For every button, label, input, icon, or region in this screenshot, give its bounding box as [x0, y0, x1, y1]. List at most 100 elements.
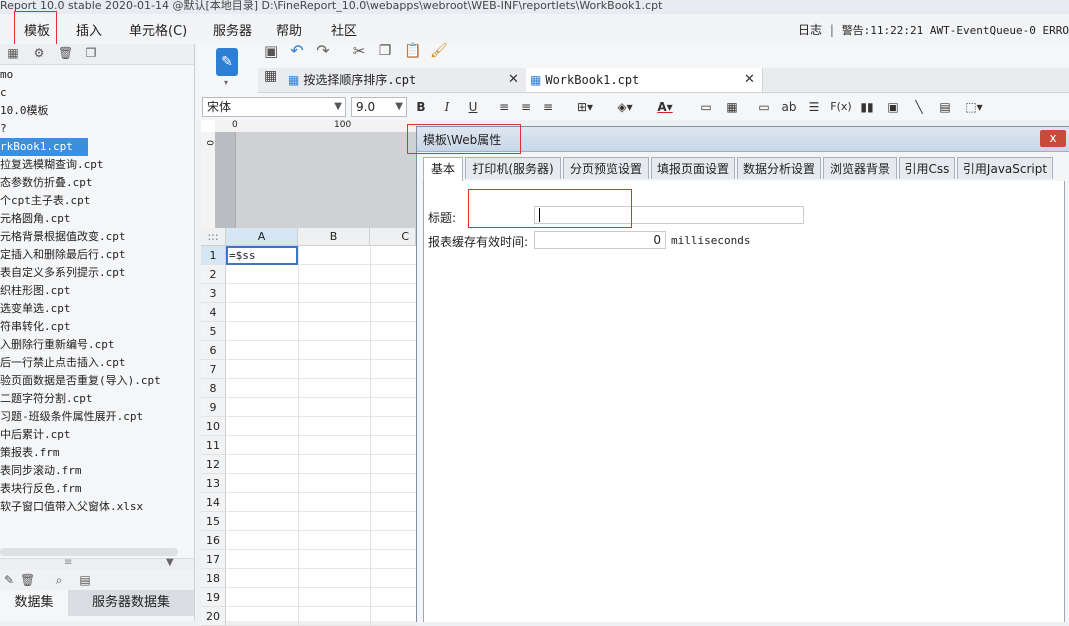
split-cells-icon[interactable]: ▦ — [724, 98, 740, 116]
tab-server-dataset[interactable]: 服务器数据集 — [68, 590, 194, 616]
italic-button[interactable]: I — [440, 98, 454, 116]
template-page-icon[interactable]: ✎ — [216, 48, 238, 76]
row-header[interactable]: 2 — [201, 265, 226, 284]
align-center-icon[interactable]: ≡ — [518, 98, 534, 116]
file-item[interactable]: 习题-班级条件属性展开.cpt — [0, 408, 194, 426]
tab-fill-page[interactable]: 填报页面设置 — [651, 157, 735, 179]
row-header[interactable]: 13 — [201, 474, 226, 493]
row-header[interactable]: 7 — [201, 360, 226, 379]
tab-printer[interactable]: 打印机(服务器) — [465, 157, 561, 179]
trash-icon[interactable]: 🗑 — [20, 573, 35, 587]
tab-browser-background[interactable]: 浏览器背景 — [823, 157, 897, 179]
tab-basic[interactable]: 基本 — [423, 157, 463, 181]
doc-tab-workbook1[interactable]: ▦ WorkBook1.cpt ✕ — [526, 68, 763, 92]
row-header[interactable]: 19 — [201, 588, 226, 607]
file-item[interactable]: 符串转化.cpt — [0, 318, 194, 336]
file-item[interactable]: c — [0, 84, 194, 102]
file-item[interactable]: 元格背景根据值改变.cpt — [0, 228, 194, 246]
row-header[interactable]: 6 — [201, 341, 226, 360]
copy-icon[interactable]: ❐ — [378, 44, 392, 58]
align-right-icon[interactable]: ≡ — [540, 98, 556, 116]
file-item[interactable]: 元格圆角.cpt — [0, 210, 194, 228]
bold-button[interactable]: B — [414, 98, 428, 116]
column-header-c[interactable]: C — [370, 228, 416, 246]
row-header[interactable]: 14 — [201, 493, 226, 512]
file-item[interactable]: 表块行反色.frm — [0, 480, 194, 498]
row-header[interactable]: 1 — [201, 246, 226, 265]
file-item[interactable]: ? — [0, 120, 194, 138]
menu-insert[interactable]: 插入 — [76, 20, 102, 39]
tab-page-preview[interactable]: 分页预览设置 — [563, 157, 649, 179]
file-item[interactable]: 表同步滚动.frm — [0, 462, 194, 480]
column-header-a[interactable]: A — [226, 228, 298, 246]
delete-icon[interactable]: 🗑 — [58, 46, 73, 60]
font-size-select[interactable]: 9.0 ▼ — [351, 97, 407, 117]
tab-javascript[interactable]: 引用JavaScript — [957, 157, 1053, 179]
file-item[interactable]: 软子窗口值带入父窗体.xlsx — [0, 498, 194, 516]
file-item[interactable]: 10.0模板 — [0, 102, 194, 120]
save-icon[interactable]: ▣ — [264, 44, 278, 59]
edit-icon[interactable]: ✎ — [2, 573, 16, 587]
text-ab-button[interactable]: ab — [780, 98, 798, 116]
align-left-icon[interactable]: ≡ — [496, 98, 512, 116]
row-header[interactable]: 12 — [201, 455, 226, 474]
new-folder-icon[interactable]: ▦ — [6, 46, 20, 60]
row-header[interactable]: 9 — [201, 398, 226, 417]
row-header[interactable]: 5 — [201, 322, 226, 341]
settings-icon[interactable]: ⚙ — [32, 46, 46, 60]
format-painter-icon[interactable]: 🖌 — [430, 44, 448, 58]
cell-a1[interactable]: =$ss — [226, 246, 298, 265]
tab-css[interactable]: 引用Css — [899, 157, 955, 179]
log-link[interactable]: 日志 — [798, 23, 822, 37]
warning-text[interactable]: 警告:11:22:21 AWT-EventQueue-0 ERRO — [842, 24, 1069, 37]
undo-icon[interactable]: ↶ — [290, 43, 304, 59]
chart-icon[interactable]: ▮▮ — [858, 98, 876, 116]
select-all-corner[interactable]: ::: — [201, 228, 226, 246]
merge-cells-icon[interactable]: ▭ — [698, 98, 714, 116]
cache-time-input[interactable]: 0 — [534, 231, 666, 249]
file-item[interactable]: 定插入和删除最后行.cpt — [0, 246, 194, 264]
tab-data-analysis[interactable]: 数据分析设置 — [737, 157, 821, 179]
row-header[interactable]: 4 — [201, 303, 226, 322]
preview-icon[interactable]: ⌕ — [52, 573, 66, 587]
row-header[interactable]: 8 — [201, 379, 226, 398]
border-icon[interactable]: ⊞▾ — [572, 98, 598, 116]
cut-icon[interactable]: ✂ — [352, 44, 366, 59]
formula-button[interactable]: F(x) — [830, 98, 852, 116]
menu-help[interactable]: 帮助 — [276, 20, 302, 39]
slash-icon[interactable]: ╲ — [910, 98, 928, 116]
more-widgets-icon[interactable]: ⬚▾ — [962, 98, 986, 116]
paragraph-icon[interactable]: ☰ — [806, 98, 822, 116]
row-header[interactable]: 10 — [201, 417, 226, 436]
file-item[interactable]: 策报表.frm — [0, 444, 194, 462]
fill-color-icon[interactable]: ◈▾ — [612, 98, 638, 116]
chevron-down-icon[interactable]: ▼ — [166, 557, 174, 568]
dialog-close-button[interactable]: x — [1040, 130, 1066, 147]
row-header[interactable]: 11 — [201, 436, 226, 455]
title-input[interactable] — [534, 206, 804, 224]
paste-icon[interactable]: 📋 — [404, 44, 421, 58]
font-color-icon[interactable]: A▾ — [650, 98, 680, 116]
row-header[interactable]: 15 — [201, 512, 226, 531]
subreport-icon[interactable]: ▤ — [936, 98, 954, 116]
file-item[interactable]: 中后累计.cpt — [0, 426, 194, 444]
menu-cell[interactable]: 单元格(C) — [129, 20, 187, 39]
file-item[interactable]: 个cpt主子表.cpt — [0, 192, 194, 210]
file-item[interactable]: 态参数仿折叠.cpt — [0, 174, 194, 192]
row-header[interactable]: 16 — [201, 531, 226, 550]
menu-template[interactable]: 模板 — [24, 20, 50, 39]
row-header[interactable]: 3 — [201, 284, 226, 303]
dialog-title-bar[interactable]: 模板\Web属性 x — [417, 127, 1069, 152]
close-icon[interactable]: ✕ — [508, 68, 519, 92]
underline-button[interactable]: U — [466, 98, 480, 116]
file-item[interactable]: 验页面数据是否重复(导入).cpt — [0, 372, 194, 390]
table-icon[interactable]: ▤ — [78, 573, 92, 587]
row-header[interactable]: 20 — [201, 607, 226, 626]
file-item[interactable]: 表自定义多系列提示.cpt — [0, 264, 194, 282]
file-item[interactable]: 拉复选模糊查询.cpt — [0, 156, 194, 174]
text-field-icon[interactable]: ▭ — [756, 98, 772, 116]
file-item[interactable]: 织柱形图.cpt — [0, 282, 194, 300]
file-item[interactable]: 后一行禁止点击插入.cpt — [0, 354, 194, 372]
row-header[interactable]: 17 — [201, 550, 226, 569]
report-sheet[interactable]: 0 100 0 ::: A B C 1 2 3 4 5 6 7 8 9 10 11 12 13 14 15 1… — [201, 120, 417, 626]
